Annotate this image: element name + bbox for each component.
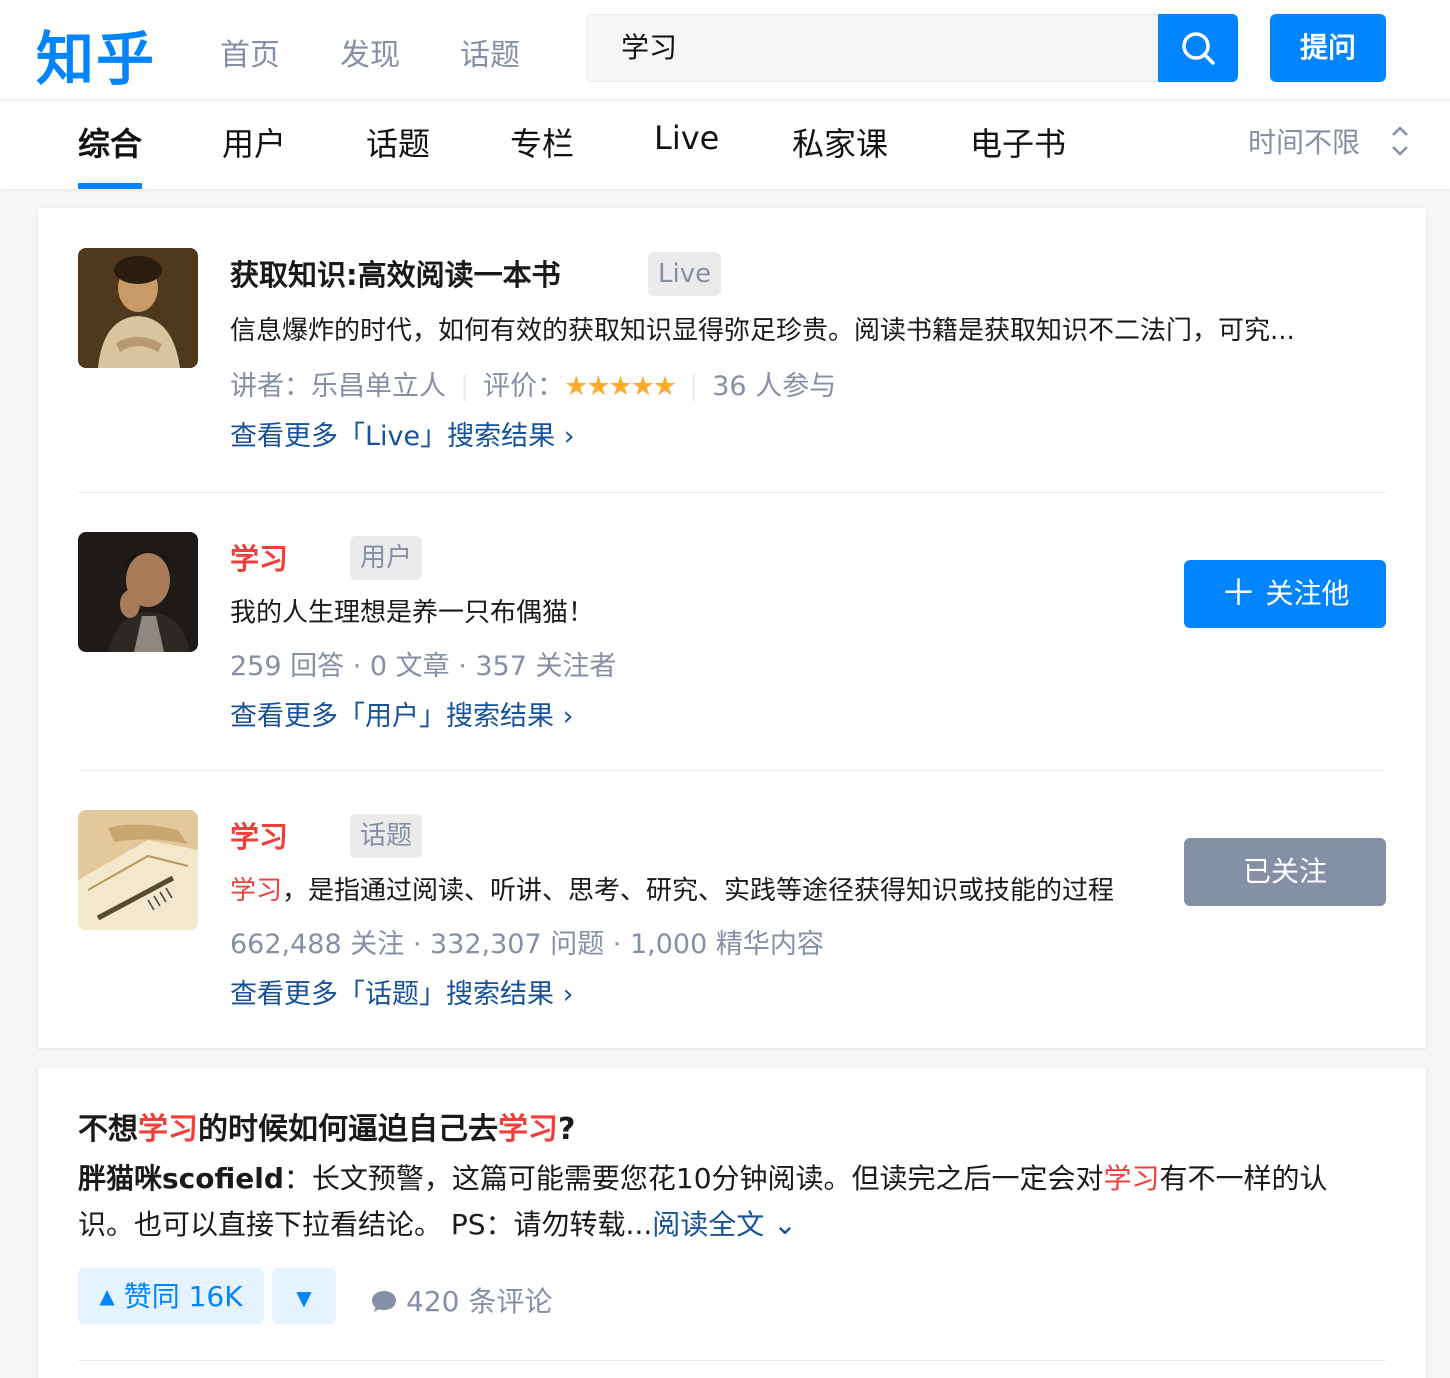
answer-excerpt[interactable]: 胖猫咪scofield：长文预警，这篇可能需要您花10分钟阅读。但读完之后一定会… (78, 1156, 1378, 1248)
follow-user-label: 关注他 (1265, 577, 1350, 610)
tab-ebooks[interactable]: 电子书 (970, 119, 1066, 165)
live-description: 信息爆炸的时代，如何有效的获取知识显得弥足珍贵。阅读书籍是获取知识不二法门，可究… (230, 316, 1295, 346)
more-user-results-link[interactable]: 查看更多「用户」搜索结果 › (230, 694, 573, 733)
user-bio: 我的人生理想是养一只布偶猫！ (230, 598, 595, 628)
comments-link[interactable]: 420 条评论 (370, 1280, 552, 1320)
plus-icon: ＋ (1220, 573, 1257, 614)
comments-label: 420 条评论 (406, 1285, 553, 1318)
read-full-link[interactable]: 阅读全文 ⌄ (652, 1208, 796, 1241)
downvote-button[interactable]: ▼ (272, 1268, 336, 1324)
zhihu-logo[interactable]: 知乎 (36, 12, 156, 96)
live-participants: 36 人参与 (712, 371, 837, 402)
upvote-label: 赞同 16K (123, 1280, 243, 1313)
live-type-tag: Live (648, 252, 722, 296)
time-filter-select[interactable]: 时间不限 (1248, 121, 1360, 161)
sort-arrows-icon[interactable] (1388, 121, 1412, 161)
triangle-up-icon: ▲ (99, 1284, 115, 1308)
title-part: 不想 (78, 1112, 138, 1147)
topic-stats: 662,488 关注 · 332,307 问题 · 1,000 精华内容 (230, 929, 824, 960)
title-part: 的时候如何逼迫自己去 (198, 1112, 498, 1147)
answer-author[interactable]: 胖猫咪scofield (78, 1162, 284, 1195)
tab-users[interactable]: 用户 (222, 119, 286, 165)
read-full-label: 阅读全文 (652, 1208, 765, 1241)
live-result: 获取知识:高效阅读一本书 Live 信息爆炸的时代，如何有效的获取知识显得弥足珍… (78, 248, 1386, 458)
answer-card: 不想学习的时候如何逼迫自己去学习? 胖猫咪scofield：长文预警，这篇可能需… (38, 1068, 1426, 1378)
live-speaker[interactable]: 讲者：乐昌单立人 (230, 371, 446, 402)
tab-columns[interactable]: 专栏 (510, 119, 574, 165)
question-title[interactable]: 不想学习的时候如何逼迫自己去学习? (78, 1104, 575, 1148)
live-title[interactable]: 获取知识:高效阅读一本书 (230, 252, 561, 294)
excerpt-text: ：长文预警，这篇可能需要您花10分钟阅读。但读完之后一定会对 (283, 1162, 1104, 1195)
title-highlight: 学习 (498, 1112, 558, 1147)
more-user-label: 查看更多「用户」搜索结果 (230, 701, 554, 732)
tab-general[interactable]: 综合 (78, 119, 142, 165)
top-bar: 知乎 首页 发现 话题 学习 提问 (0, 0, 1450, 100)
topic-name[interactable]: 学习 (230, 814, 288, 856)
rating-stars-icon: ★★★★★ (564, 371, 677, 402)
search-icon (1182, 32, 1215, 65)
rating-label: 评价： (483, 371, 565, 402)
live-meta: 讲者：乐昌单立人 | 评价：★★★★★ | 36 人参与 (230, 371, 837, 402)
live-cover-image[interactable] (78, 248, 198, 368)
user-name[interactable]: 学习 (230, 536, 288, 578)
tab-private-courses[interactable]: 私家课 (792, 119, 888, 165)
top-results-card: 获取知识:高效阅读一本书 Live 信息爆炸的时代，如何有效的获取知识显得弥足珍… (38, 208, 1426, 1048)
topic-desc-highlight: 学习 (230, 876, 283, 906)
comment-bubble-icon (372, 1291, 396, 1312)
ask-question-button[interactable]: 提问 (1270, 14, 1386, 82)
divider (78, 492, 1386, 493)
user-avatar[interactable] (78, 532, 198, 652)
nav-home[interactable]: 首页 (220, 30, 280, 74)
tab-live[interactable]: Live (654, 119, 719, 157)
follow-user-button[interactable]: ＋ 关注他 (1184, 560, 1386, 628)
topic-type-tag: 话题 (350, 814, 423, 858)
more-live-label: 查看更多「Live」搜索结果 (230, 421, 556, 452)
nav-explore[interactable]: 发现 (340, 30, 400, 74)
topic-desc-rest: ，是指通过阅读、听讲、思考、研究、实践等途径获得知识或技能的过程 (282, 876, 1115, 906)
unfollow-topic-button[interactable]: 已关注 (1184, 838, 1386, 906)
divider (78, 770, 1386, 771)
active-tab-indicator (78, 183, 142, 189)
topic-description: 学习，是指通过阅读、听讲、思考、研究、实践等途径获得知识或技能的过程 (230, 870, 1114, 907)
user-type-tag: 用户 (350, 536, 423, 580)
chevron-right-icon: › (562, 979, 574, 1010)
triangle-down-icon: ▼ (296, 1286, 312, 1310)
more-live-results-link[interactable]: 查看更多「Live」搜索结果 › (230, 414, 575, 453)
nav-topics[interactable]: 话题 (460, 30, 520, 74)
search-input[interactable]: 学习 (586, 14, 1158, 82)
upvote-button[interactable]: ▲ 赞同 16K (78, 1268, 264, 1324)
tab-topics[interactable]: 话题 (366, 119, 430, 165)
title-highlight: 学习 (138, 1112, 198, 1147)
excerpt-highlight: 学习 (1103, 1162, 1160, 1195)
title-part: ? (558, 1112, 576, 1147)
chevron-down-icon: ⌄ (773, 1208, 797, 1241)
chevron-right-icon: › (562, 701, 574, 732)
search-type-tabs: 综合 用户 话题 专栏 Live 私家课 电子书 时间不限 (0, 101, 1450, 189)
divider (78, 1360, 1386, 1361)
search-button[interactable] (1158, 14, 1238, 82)
more-topic-results-link[interactable]: 查看更多「话题」搜索结果 › (230, 972, 573, 1011)
more-topic-label: 查看更多「话题」搜索结果 (230, 979, 554, 1010)
chevron-right-icon: › (563, 421, 575, 452)
topic-image[interactable] (78, 810, 198, 930)
user-stats: 259 回答 · 0 文章 · 357 关注者 (230, 651, 617, 682)
